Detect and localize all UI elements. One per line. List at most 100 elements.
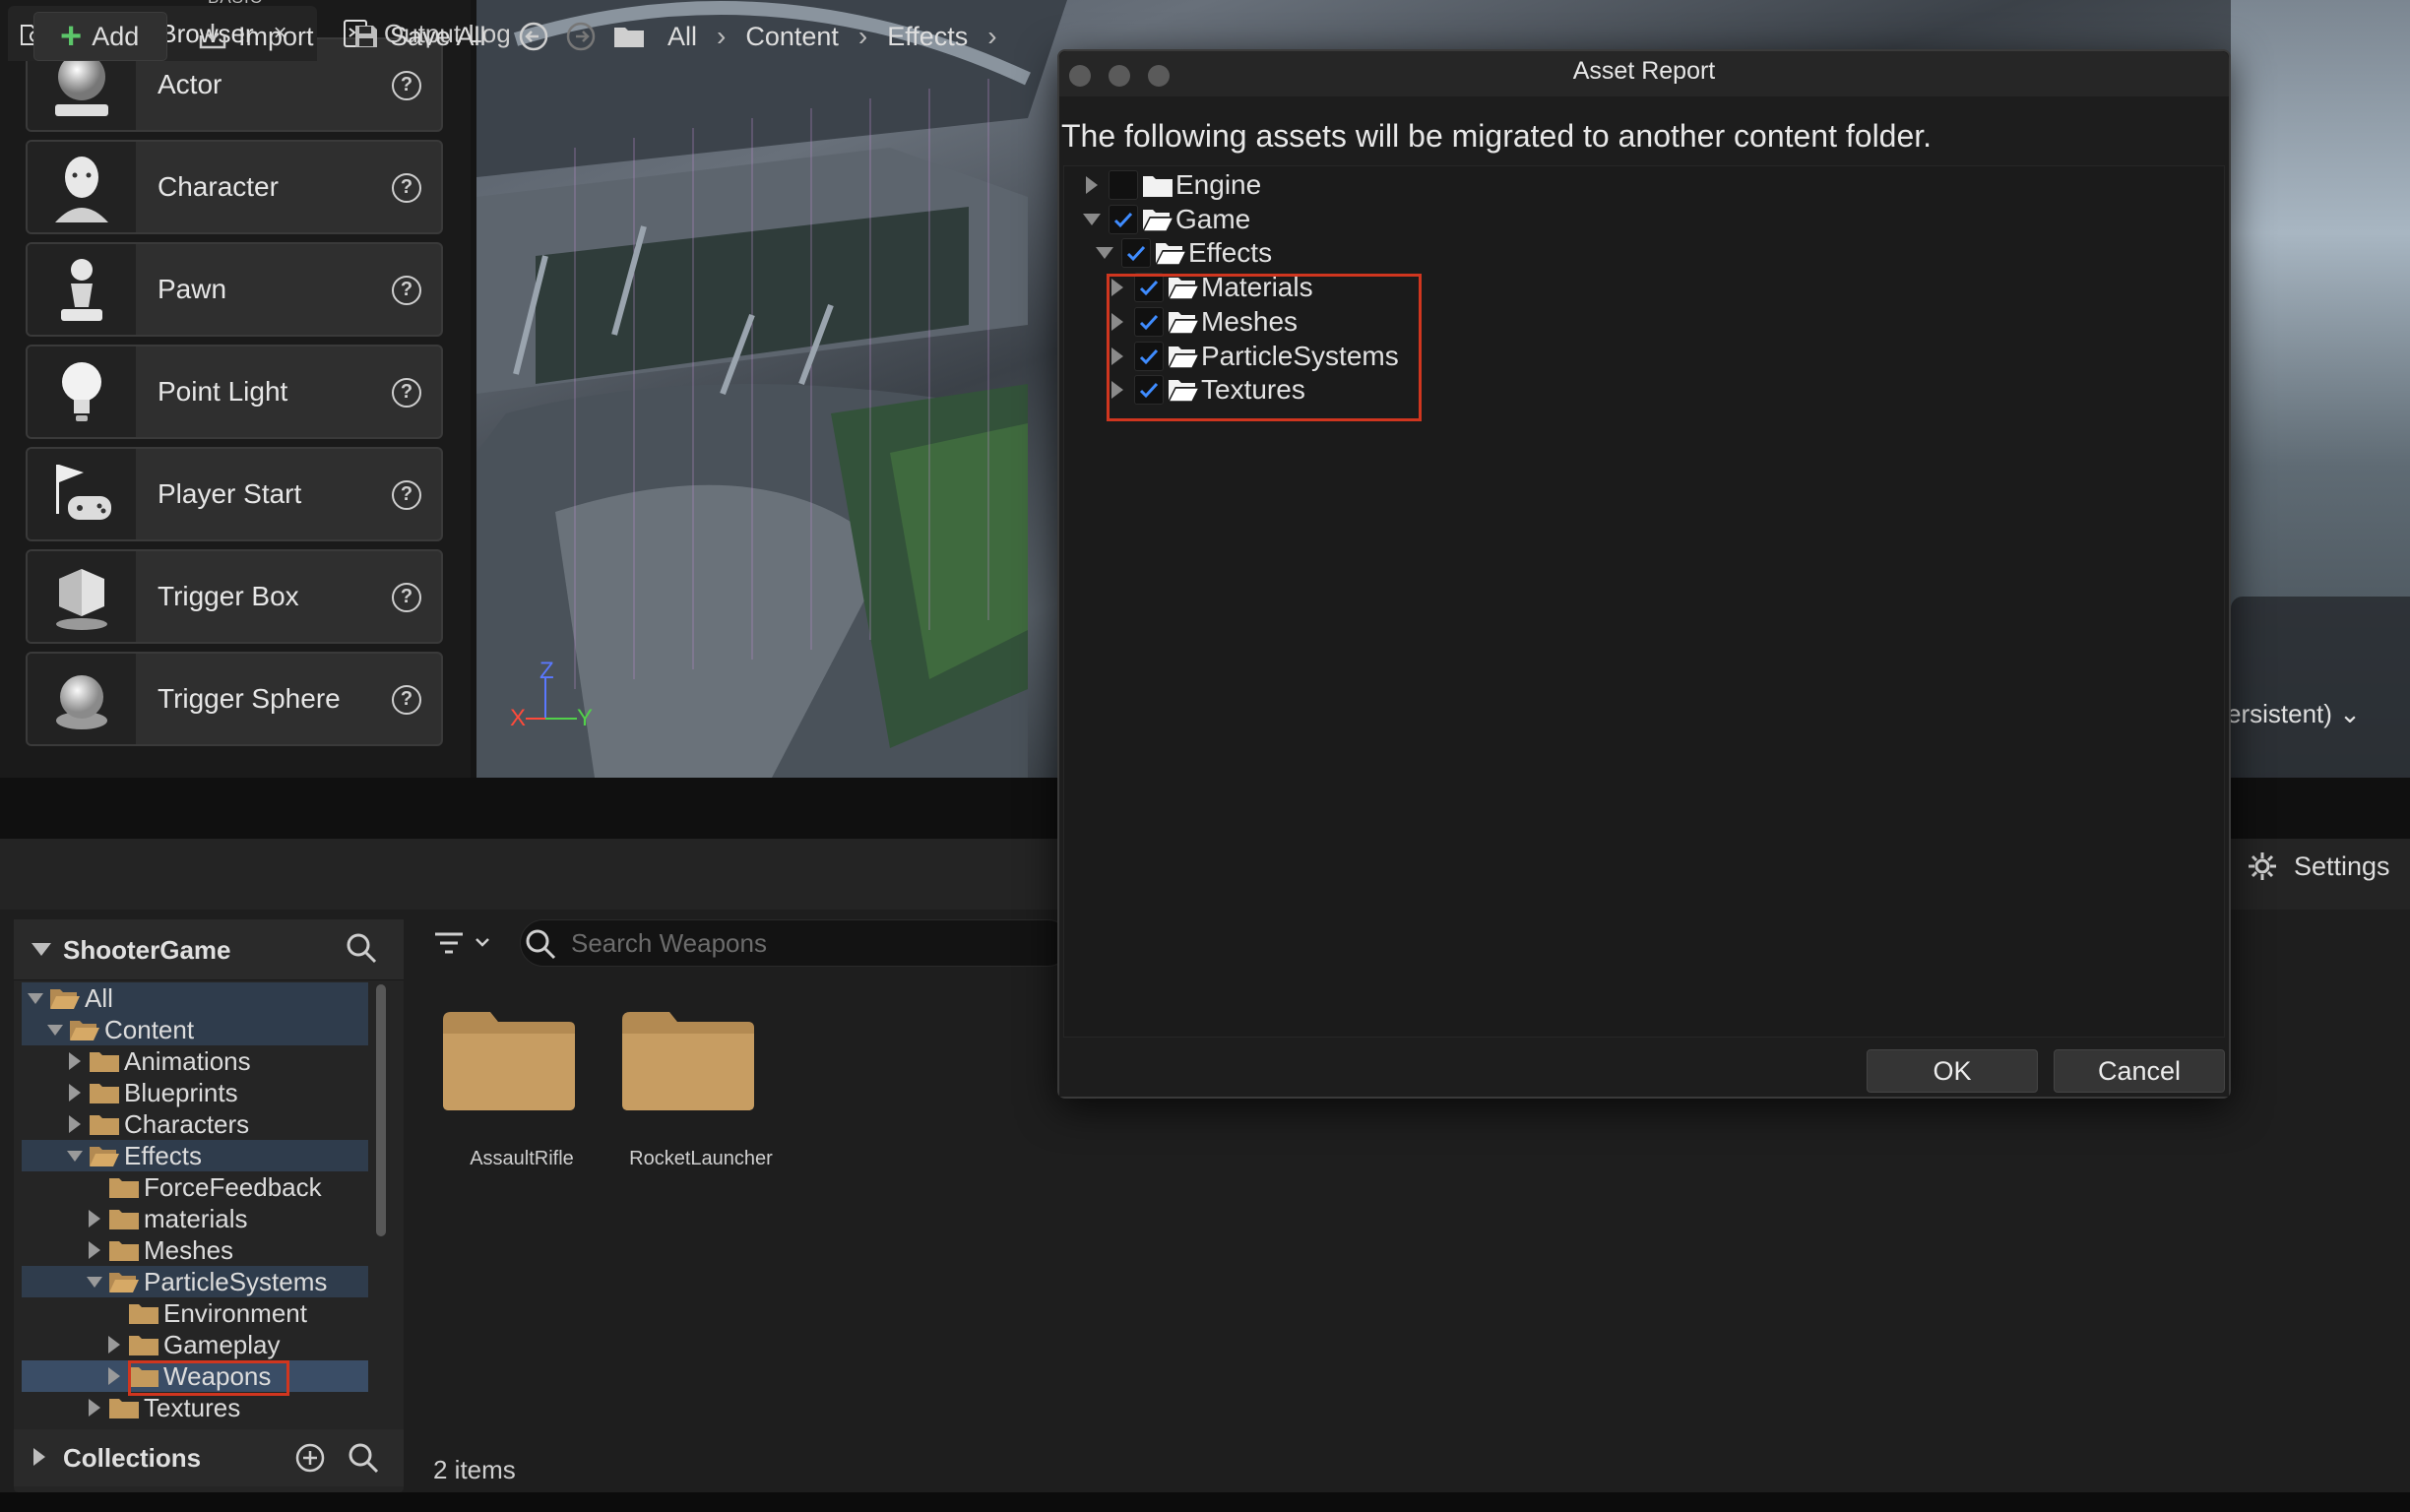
actor-item-point-light[interactable]: Point Light ? bbox=[26, 345, 443, 439]
history-forward-button[interactable] bbox=[565, 12, 597, 61]
tree-item-characters[interactable]: Characters bbox=[22, 1108, 368, 1140]
plus-icon: + bbox=[60, 16, 83, 57]
actor-item-trigger-box[interactable]: Trigger Box ? bbox=[26, 549, 443, 644]
tree-item-label: Characters bbox=[124, 1108, 250, 1139]
chevron-right-icon[interactable] bbox=[85, 1241, 104, 1259]
checkbox-unchecked[interactable] bbox=[1109, 170, 1138, 200]
folder-icon bbox=[90, 1115, 119, 1135]
tree-item-label: Content bbox=[104, 1014, 195, 1044]
back-arrow-icon bbox=[519, 22, 548, 51]
tree-item-effects[interactable]: Effects bbox=[22, 1140, 368, 1171]
help-icon[interactable]: ? bbox=[392, 378, 421, 408]
scrollbar[interactable] bbox=[376, 984, 386, 1236]
item-count: 2 items bbox=[433, 1455, 516, 1484]
save-all-button[interactable]: Save All bbox=[352, 12, 486, 61]
actor-item-player-start[interactable]: Player Start ? bbox=[26, 447, 443, 541]
migrate-item-game[interactable]: Game bbox=[1081, 202, 1250, 237]
checkbox-checked[interactable] bbox=[1109, 204, 1138, 234]
chevron-right-icon[interactable] bbox=[104, 1336, 124, 1354]
search-icon[interactable] bbox=[347, 1441, 380, 1475]
chevron-down-icon[interactable] bbox=[1094, 247, 1115, 260]
annotation-highlight-box bbox=[1107, 274, 1422, 421]
chevron-down-icon[interactable] bbox=[32, 943, 51, 961]
actor-item-pawn[interactable]: Pawn ? bbox=[26, 242, 443, 337]
import-button[interactable]: Import bbox=[197, 12, 314, 61]
tree-item-content[interactable]: Content bbox=[22, 1014, 368, 1045]
sources-title: ShooterGame bbox=[63, 935, 231, 965]
chevron-down-icon[interactable] bbox=[26, 992, 45, 1004]
chevron-down-icon[interactable] bbox=[65, 1150, 85, 1162]
tree-item-gameplay[interactable]: Gameplay bbox=[22, 1329, 368, 1360]
settings-label: Settings bbox=[2294, 850, 2390, 881]
migrate-item-label: Game bbox=[1175, 203, 1251, 234]
breadcrumb-effects[interactable]: Effects bbox=[887, 22, 968, 52]
actor-item-label: Trigger Box bbox=[158, 581, 299, 611]
character-icon bbox=[28, 142, 136, 232]
breadcrumb-content[interactable]: Content bbox=[745, 22, 839, 52]
folder-icon bbox=[622, 1012, 754, 1110]
search-icon[interactable] bbox=[345, 931, 378, 965]
chevron-right-icon[interactable] bbox=[1081, 176, 1103, 194]
tree-item-animations[interactable]: Animations bbox=[22, 1045, 368, 1077]
help-icon[interactable]: ? bbox=[392, 173, 421, 203]
history-back-button[interactable] bbox=[518, 12, 549, 61]
player-start-icon bbox=[28, 449, 136, 539]
chevron-right-icon[interactable] bbox=[65, 1052, 85, 1070]
chevron-down-icon[interactable] bbox=[85, 1276, 104, 1288]
help-icon[interactable]: ? bbox=[392, 71, 421, 100]
tree-item-textures[interactable]: Textures bbox=[22, 1392, 368, 1423]
forward-arrow-icon bbox=[566, 22, 596, 51]
open-folder-icon bbox=[1155, 243, 1186, 267]
chevron-down-icon[interactable] bbox=[1081, 213, 1103, 225]
folder-icon bbox=[109, 1210, 139, 1229]
migrate-item-label: Engine bbox=[1175, 169, 1262, 200]
chevron-right-icon[interactable] bbox=[85, 1210, 104, 1228]
open-folder-icon bbox=[1142, 209, 1173, 232]
folder-icon bbox=[90, 1052, 119, 1072]
cancel-button[interactable]: Cancel bbox=[2054, 1049, 2225, 1093]
actor-item-trigger-sphere[interactable]: Trigger Sphere ? bbox=[26, 652, 443, 746]
help-icon[interactable]: ? bbox=[392, 480, 421, 510]
folder-icon bbox=[109, 1178, 139, 1198]
tree-item-label: All bbox=[85, 982, 113, 1013]
checkmark-icon bbox=[1113, 212, 1133, 227]
chevron-right-icon[interactable] bbox=[65, 1115, 85, 1133]
migrate-item-engine[interactable]: Engine bbox=[1081, 167, 1261, 203]
filter-icon[interactable] bbox=[433, 929, 496, 959]
actor-item-character[interactable]: Character ? bbox=[26, 140, 443, 234]
tree-item-label: Animations bbox=[124, 1045, 251, 1076]
add-button[interactable]: + Add bbox=[33, 12, 167, 61]
tree-item-all[interactable]: All bbox=[22, 982, 368, 1014]
tree-item-forcefeedback[interactable]: ForceFeedback bbox=[22, 1171, 368, 1203]
help-icon[interactable]: ? bbox=[392, 685, 421, 715]
chevron-right-icon[interactable] bbox=[104, 1367, 124, 1385]
search-icon bbox=[526, 929, 556, 960]
actor-item-label: Trigger Sphere bbox=[158, 683, 341, 714]
add-collection-icon[interactable] bbox=[293, 1441, 327, 1475]
breadcrumb-all[interactable]: All bbox=[667, 22, 697, 52]
tree-item-label: ForceFeedback bbox=[144, 1171, 322, 1202]
settings-button[interactable]: Settings bbox=[2247, 850, 2390, 882]
tree-item-label: Meshes bbox=[144, 1234, 234, 1265]
tree-item-meshes[interactable]: Meshes bbox=[22, 1234, 368, 1266]
tree-item-blueprints[interactable]: Blueprints bbox=[22, 1077, 368, 1108]
folder-icon bbox=[614, 28, 644, 47]
tree-item-particlesystems[interactable]: ParticleSystems bbox=[22, 1266, 368, 1297]
help-icon[interactable]: ? bbox=[392, 276, 421, 305]
chevron-down-icon[interactable] bbox=[45, 1024, 65, 1036]
add-button-label: Add bbox=[92, 21, 140, 51]
ok-button[interactable]: OK bbox=[1867, 1049, 2038, 1093]
help-icon[interactable]: ? bbox=[392, 583, 421, 612]
pawn-icon bbox=[28, 244, 136, 335]
level-dropdown[interactable]: ersistent) ⌄ bbox=[2227, 699, 2361, 729]
import-button-label: Import bbox=[238, 21, 314, 51]
chevron-right-icon bbox=[33, 1448, 45, 1471]
actor-item-label: Player Start bbox=[158, 478, 302, 509]
folder-icon bbox=[129, 1336, 159, 1355]
checkbox-checked[interactable] bbox=[1121, 238, 1151, 269]
migrate-item-effects[interactable]: Effects bbox=[1094, 235, 1272, 271]
chevron-right-icon[interactable] bbox=[85, 1399, 104, 1417]
chevron-right-icon[interactable] bbox=[65, 1084, 85, 1102]
tree-item-environment[interactable]: Environment bbox=[22, 1297, 368, 1329]
tree-item-materials[interactable]: materials bbox=[22, 1203, 368, 1234]
